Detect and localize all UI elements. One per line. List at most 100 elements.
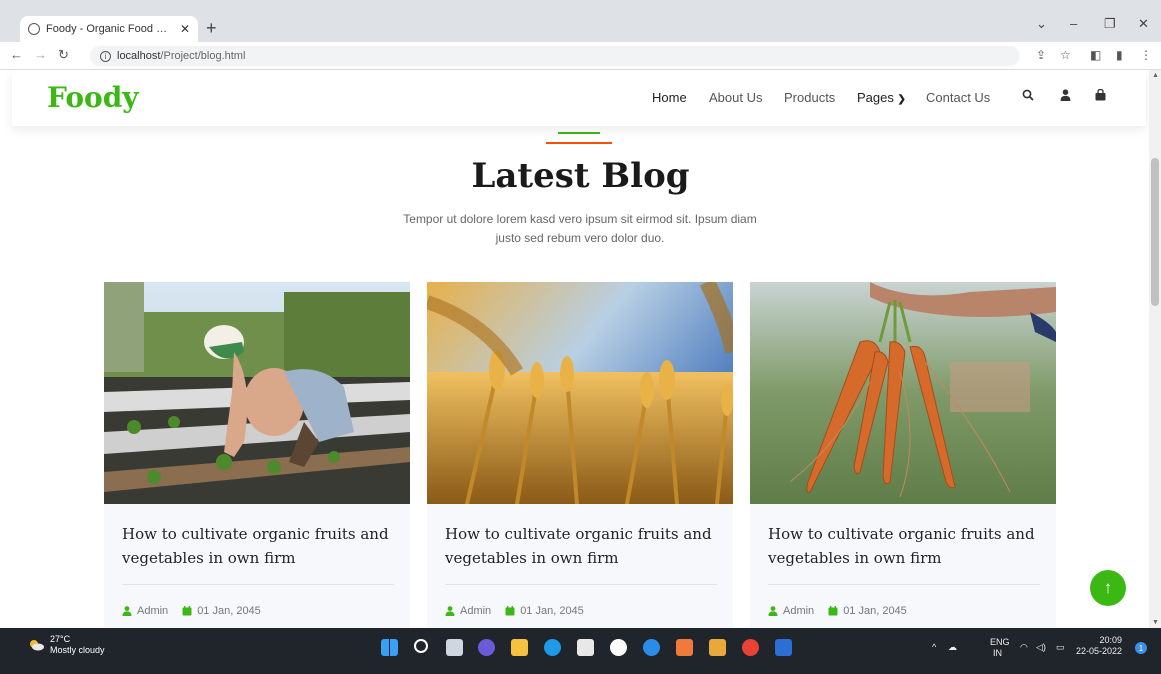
volume-icon[interactable]: ◁)	[1036, 642, 1046, 653]
app-icon[interactable]	[676, 639, 693, 656]
blog-card-meta: Admin 01 Jan, 2045	[768, 605, 907, 617]
chevron-down-icon: ❯	[897, 94, 906, 105]
language-indicator[interactable]: ENG IN	[990, 637, 1010, 659]
github-icon[interactable]	[610, 639, 627, 656]
wifi-icon[interactable]: ◠	[1020, 642, 1028, 653]
nav-home[interactable]: Home	[652, 90, 687, 105]
user-icon	[768, 606, 778, 616]
blog-card-meta: Admin 01 Jan, 2045	[122, 605, 261, 617]
calendar-icon	[828, 606, 838, 616]
carrots-harvest-photo[interactable]	[750, 282, 1056, 504]
side-panel-icon[interactable]: ◧	[1090, 48, 1101, 62]
page-scrollbar[interactable]: ▲ ▼	[1149, 70, 1161, 628]
weather-condition: Mostly cloudy	[50, 645, 105, 655]
calendar-icon	[182, 606, 192, 616]
forward-arrow-icon[interactable]: →	[34, 47, 47, 62]
system-clock[interactable]: 20:09 22-05-2022	[1076, 635, 1122, 657]
divider	[122, 584, 394, 585]
weather-temperature: 27°C	[50, 634, 71, 644]
tab-close-button[interactable]: ✕	[180, 22, 190, 36]
section-subtitle: Tempor ut dolore lorem kasd vero ipsum s…	[403, 212, 757, 245]
word-icon[interactable]	[775, 639, 792, 656]
chrome-icon[interactable]	[742, 639, 759, 656]
blog-card-author: Admin	[137, 605, 169, 617]
browser-toolbar: ← → ↻ i localhost/Project/blog.html ⇪ ☆ …	[0, 42, 1161, 70]
region-code: IN	[993, 648, 1002, 658]
windows-start-icon[interactable]	[381, 639, 398, 656]
divider	[445, 584, 717, 585]
blog-card-date: 01 Jan, 2045	[843, 605, 907, 617]
clock-time: 20:09	[1099, 635, 1123, 645]
section-title: Latest Blog	[471, 156, 690, 196]
language-code: ENG	[990, 637, 1010, 647]
user-icon[interactable]	[1060, 89, 1071, 104]
info-icon[interactable]: i	[100, 50, 111, 62]
nav-pages[interactable]: Pages ❯	[857, 90, 906, 105]
nav-about-us[interactable]: About Us	[709, 90, 762, 105]
shopping-bag-icon[interactable]	[1095, 88, 1106, 104]
blog-card-author: Admin	[783, 605, 815, 617]
edge-browser-icon[interactable]	[544, 639, 561, 656]
blog-card[interactable]: How to cultivate organic fruits and vege…	[104, 282, 410, 628]
blog-card-title[interactable]: How to cultivate organic fruits and vege…	[445, 522, 717, 570]
blog-card-meta: Admin 01 Jan, 2045	[445, 605, 584, 617]
minimize-button[interactable]: –	[1070, 16, 1077, 31]
scroll-up-icon[interactable]: ▲	[1152, 72, 1159, 79]
tab-search-dropdown-icon[interactable]: ⌄	[1036, 16, 1047, 32]
onedrive-icon[interactable]: ☁	[948, 642, 957, 653]
tray-overflow-icon[interactable]: ^	[932, 642, 936, 653]
reload-icon[interactable]: ↻	[58, 47, 69, 63]
nav-pages-label: Pages	[857, 90, 894, 105]
back-to-top-button[interactable]: ↑	[1090, 570, 1126, 606]
file-explorer-icon[interactable]	[511, 639, 528, 656]
browser-tab[interactable]: Foody - Organic Food Website Te ✕	[20, 16, 198, 42]
site-navbar: Foody Home About Us Products Pages ❯ Con…	[12, 70, 1146, 126]
globe-icon	[28, 23, 40, 35]
task-view-icon[interactable]	[446, 639, 463, 656]
search-icon[interactable]	[1022, 89, 1034, 104]
url-host: localhost	[117, 50, 161, 62]
bookmark-star-icon[interactable]: ☆	[1060, 48, 1071, 62]
scrollbar-thumb[interactable]	[1151, 158, 1159, 306]
blog-card-title[interactable]: How to cultivate organic fruits and vege…	[768, 522, 1040, 570]
wheat-field-photo[interactable]	[427, 282, 733, 504]
blog-card[interactable]: How to cultivate organic fruits and vege…	[750, 282, 1056, 628]
restore-button[interactable]: ❐	[1104, 16, 1116, 32]
store-icon[interactable]	[577, 639, 594, 656]
divider	[768, 584, 1040, 585]
blog-card[interactable]: How to cultivate organic fruits and vege…	[427, 282, 733, 628]
close-window-button[interactable]: ✕	[1138, 16, 1149, 32]
cloudy-weather-icon	[30, 640, 44, 651]
heading-decoration	[546, 132, 612, 144]
blog-card-author: Admin	[460, 605, 492, 617]
search-icon[interactable]	[414, 639, 428, 653]
address-bar[interactable]: i localhost/Project/blog.html	[90, 46, 1020, 66]
notification-badge[interactable]: 1	[1135, 642, 1147, 654]
blog-card-date: 01 Jan, 2045	[520, 605, 584, 617]
sublime-text-icon[interactable]	[709, 639, 726, 656]
back-arrow-icon[interactable]: ←	[10, 47, 23, 62]
share-icon[interactable]: ⇪	[1036, 48, 1046, 62]
weather-widget[interactable]: 27°C Mostly cloudy	[28, 634, 105, 656]
app-icon[interactable]	[643, 639, 660, 656]
more-menu-icon[interactable]: ⋮	[1140, 48, 1152, 62]
web-page: Foody Home About Us Products Pages ❯ Con…	[0, 70, 1149, 628]
browser-tab-bar: Foody - Organic Food Website Te ✕ + ⌄ – …	[0, 0, 1161, 42]
scroll-down-icon[interactable]: ▼	[1152, 619, 1159, 626]
profile-icon[interactable]: ▮	[1116, 48, 1123, 62]
calendar-icon	[505, 606, 515, 616]
new-tab-button[interactable]: +	[206, 18, 217, 39]
user-icon	[122, 606, 132, 616]
nav-contact-us[interactable]: Contact Us	[926, 90, 990, 105]
farmer-planting-photo[interactable]	[104, 282, 410, 504]
blog-card-date: 01 Jan, 2045	[197, 605, 261, 617]
site-logo[interactable]: Foody	[47, 81, 139, 114]
windows-taskbar: 27°C Mostly cloudy ^ ☁ ENG IN ◠ ◁) ▭ 20:…	[0, 628, 1161, 674]
nav-products[interactable]: Products	[784, 90, 835, 105]
blog-card-title[interactable]: How to cultivate organic fruits and vege…	[122, 522, 394, 570]
battery-icon[interactable]: ▭	[1056, 642, 1065, 653]
clock-date: 22-05-2022	[1076, 646, 1123, 656]
chat-icon[interactable]	[478, 639, 495, 656]
user-icon	[445, 606, 455, 616]
url-path: /Project/blog.html	[160, 50, 246, 62]
